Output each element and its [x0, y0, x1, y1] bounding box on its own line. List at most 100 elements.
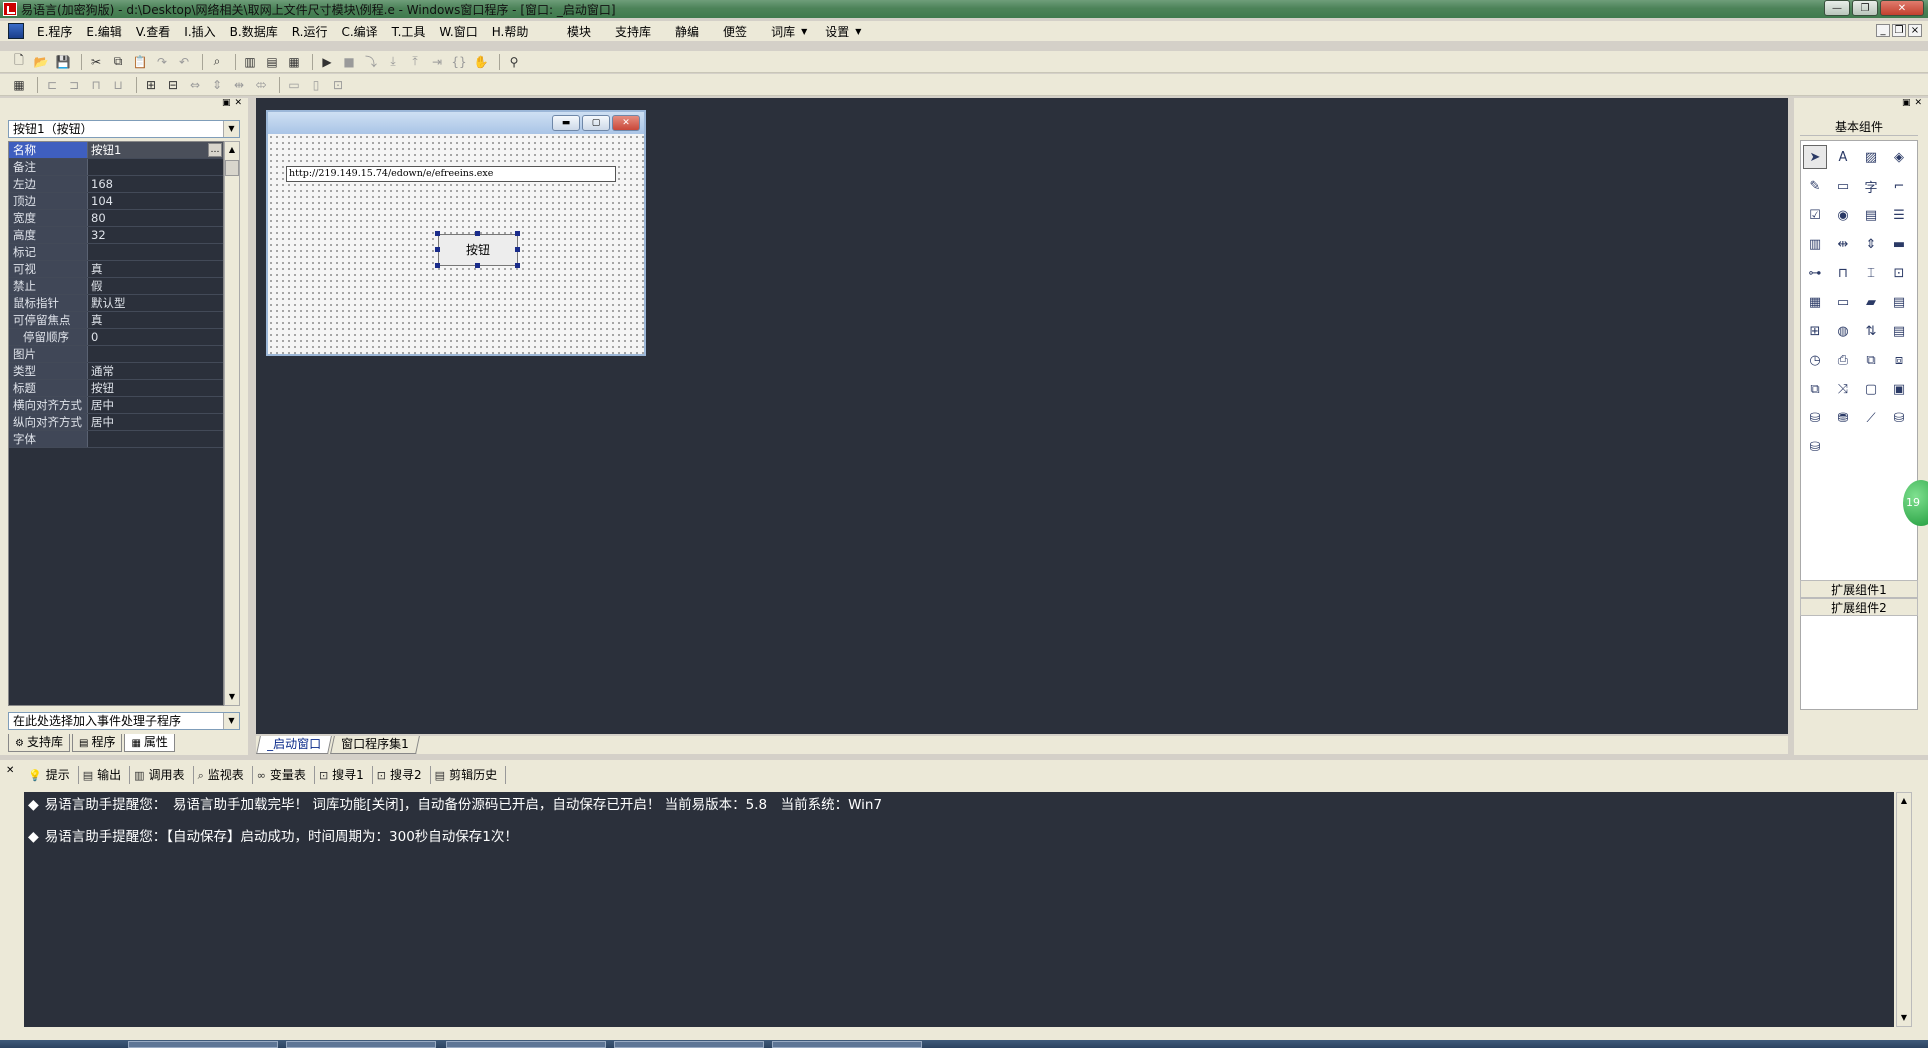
scroll-down-icon[interactable]: ▼ — [225, 689, 239, 705]
menu-view[interactable]: V.查看 — [129, 23, 177, 40]
chart-icon[interactable]: ⟋ — [1859, 406, 1883, 430]
menu-notes[interactable]: 便签 — [711, 23, 759, 40]
form-title-bar[interactable]: ▬ ▢ ✕ — [268, 112, 644, 134]
property-row[interactable]: 备注 — [9, 159, 223, 176]
resize-handle[interactable] — [475, 263, 480, 268]
redo-icon[interactable]: ↷ — [153, 53, 171, 71]
binoculars-icon[interactable]: ⚲ — [505, 53, 523, 71]
resize-handle[interactable] — [515, 247, 520, 252]
menu-module[interactable]: 模块 — [555, 23, 603, 40]
new-file-icon[interactable]: 🗋 — [10, 53, 28, 71]
close-icon[interactable]: ✕ — [234, 98, 242, 112]
property-value[interactable]: 假 — [88, 278, 223, 294]
size-both-icon[interactable]: ⊡ — [329, 76, 347, 94]
property-row[interactable]: 可视真 — [9, 261, 223, 278]
resize-handle[interactable] — [435, 263, 440, 268]
size-height-icon[interactable]: ▯ — [307, 76, 325, 94]
tab-clipboard-history[interactable]: ▤ 剪辑历史 — [431, 766, 507, 784]
mdi-minimize-icon[interactable]: _ — [1876, 24, 1890, 37]
minimize-button[interactable]: — — [1824, 0, 1850, 16]
layout-left-icon[interactable]: ▥ — [241, 53, 259, 71]
tab-watch[interactable]: ⌕ 监视表 — [194, 766, 253, 784]
step-into-icon[interactable]: ⤓ — [384, 53, 402, 71]
list-box-icon[interactable]: ☰ — [1887, 203, 1911, 227]
list-view-icon[interactable]: ▤ — [1887, 319, 1911, 343]
maximize-button[interactable]: ❐ — [1852, 0, 1878, 16]
tab-properties[interactable]: ▦ 属性 — [124, 734, 175, 752]
picture-box-icon[interactable]: ▨ — [1859, 145, 1883, 169]
menu-compile[interactable]: C.编译 — [334, 23, 384, 40]
property-row[interactable]: 标题 按钮 — [9, 380, 223, 397]
property-row[interactable]: 停留顺序 0 — [9, 329, 223, 346]
slider-icon[interactable]: ⊶ — [1803, 261, 1827, 285]
property-value[interactable]: 按钮1… — [88, 142, 223, 158]
tab-output[interactable]: ▤ 输出 — [79, 766, 131, 784]
property-row[interactable]: 横向对齐方式 居中 — [9, 397, 223, 414]
property-row[interactable]: 类型 通常 — [9, 363, 223, 380]
property-row[interactable]: 顶边 104 — [9, 193, 223, 210]
form-minimize-icon[interactable]: ▬ — [552, 115, 580, 131]
text-box-icon[interactable]: 字 — [1859, 174, 1883, 198]
network-icon[interactable]: ⧉ — [1859, 348, 1883, 372]
breakpoint-icon[interactable]: {} — [450, 53, 468, 71]
close-icon[interactable]: ✕ — [6, 765, 14, 776]
timer-icon[interactable]: ◷ — [1803, 348, 1827, 372]
layout-bottom-icon[interactable]: ▤ — [263, 53, 281, 71]
taskbar-button[interactable] — [772, 1041, 922, 1048]
pin-icon[interactable]: ▣ — [1902, 98, 1911, 112]
mdi-close-icon[interactable]: × — [1908, 24, 1922, 37]
tab-program[interactable]: ▤ 程序 — [71, 734, 123, 752]
vscroll-icon[interactable]: ⇕ — [1859, 232, 1883, 256]
calendar-icon[interactable]: ▦ — [1803, 290, 1827, 314]
extended-components-1[interactable]: 扩展组件1 — [1800, 580, 1918, 598]
undo-icon[interactable]: ↶ — [175, 53, 193, 71]
property-value[interactable]: 80 — [88, 210, 223, 226]
property-value[interactable]: 32 — [88, 227, 223, 243]
paste-icon[interactable]: 📋 — [131, 53, 149, 71]
scroll-bar-icon[interactable]: ⇹ — [1831, 232, 1855, 256]
form-close-icon[interactable]: ✕ — [612, 115, 640, 131]
mdi-restore-icon[interactable]: ❐ — [1892, 24, 1906, 37]
hand-icon[interactable]: ✋ — [472, 53, 490, 71]
odbc-provider-icon[interactable]: ⛁ — [1803, 435, 1827, 459]
resize-handle[interactable] — [475, 231, 480, 236]
menu-run[interactable]: R.运行 — [285, 23, 335, 40]
property-value[interactable]: 真 — [88, 312, 223, 328]
align-left-icon[interactable]: ⊏ — [43, 76, 61, 94]
odbc-icon[interactable]: ⛁ — [1887, 406, 1911, 430]
align-top-icon[interactable]: ⊓ — [87, 76, 105, 94]
space-horizontal-icon[interactable]: ⇹ — [230, 76, 248, 94]
url-edit-box[interactable]: http://219.149.15.74/edown/e/efreeins.ex… — [286, 166, 616, 182]
property-value[interactable] — [88, 346, 223, 362]
scroll-down-icon[interactable]: ▼ — [1897, 1010, 1911, 1026]
find-icon[interactable]: ⌕ — [208, 53, 226, 71]
radio-icon[interactable]: ◉ — [1831, 203, 1855, 227]
image-box-icon[interactable]: ⊡ — [1887, 261, 1911, 285]
extended-components-2[interactable]: 扩展组件2 — [1800, 598, 1918, 616]
taskbar-button[interactable] — [286, 1041, 436, 1048]
resize-handle[interactable] — [515, 231, 520, 236]
stop-icon[interactable]: ■ — [340, 53, 358, 71]
select-list-icon[interactable]: ▥ — [1803, 232, 1827, 256]
printer-icon[interactable]: ⎙ — [1831, 348, 1855, 372]
open-folder-icon[interactable]: 📂 — [32, 53, 50, 71]
document-icon[interactable] — [8, 23, 24, 39]
menu-tools[interactable]: T.工具 — [385, 23, 433, 40]
scroll-thumb[interactable] — [225, 160, 239, 176]
chevron-down-icon[interactable]: ▼ — [855, 27, 861, 36]
property-value[interactable]: 真 — [88, 261, 223, 277]
dialog-icon[interactable]: ▢ — [1859, 377, 1883, 401]
property-value[interactable]: 通常 — [88, 363, 223, 379]
scroll-up-icon[interactable]: ▲ — [225, 142, 239, 158]
pointer-icon[interactable]: ➤ — [1803, 145, 1827, 169]
tab-control-icon[interactable]: ⊓ — [1831, 261, 1855, 285]
resize-handle[interactable] — [435, 247, 440, 252]
property-row[interactable]: 可停留焦点真 — [9, 312, 223, 329]
ellipsis-icon[interactable]: … — [208, 143, 222, 157]
output-log[interactable]: ◆ 易语言助手提醒您： 易语言助手加载完毕！ 词库功能[关闭]，自动备份源码已开启… — [24, 792, 1894, 1027]
property-row[interactable]: 纵向对齐方式 居中 — [9, 414, 223, 431]
menu-support-lib[interactable]: 支持库 — [603, 23, 663, 40]
form-window[interactable]: ▬ ▢ ✕ http://219.149.15.74/edown/e/efree… — [266, 110, 646, 356]
property-value[interactable]: 居中 — [88, 397, 223, 413]
line-icon[interactable]: ⌐ — [1887, 174, 1911, 198]
